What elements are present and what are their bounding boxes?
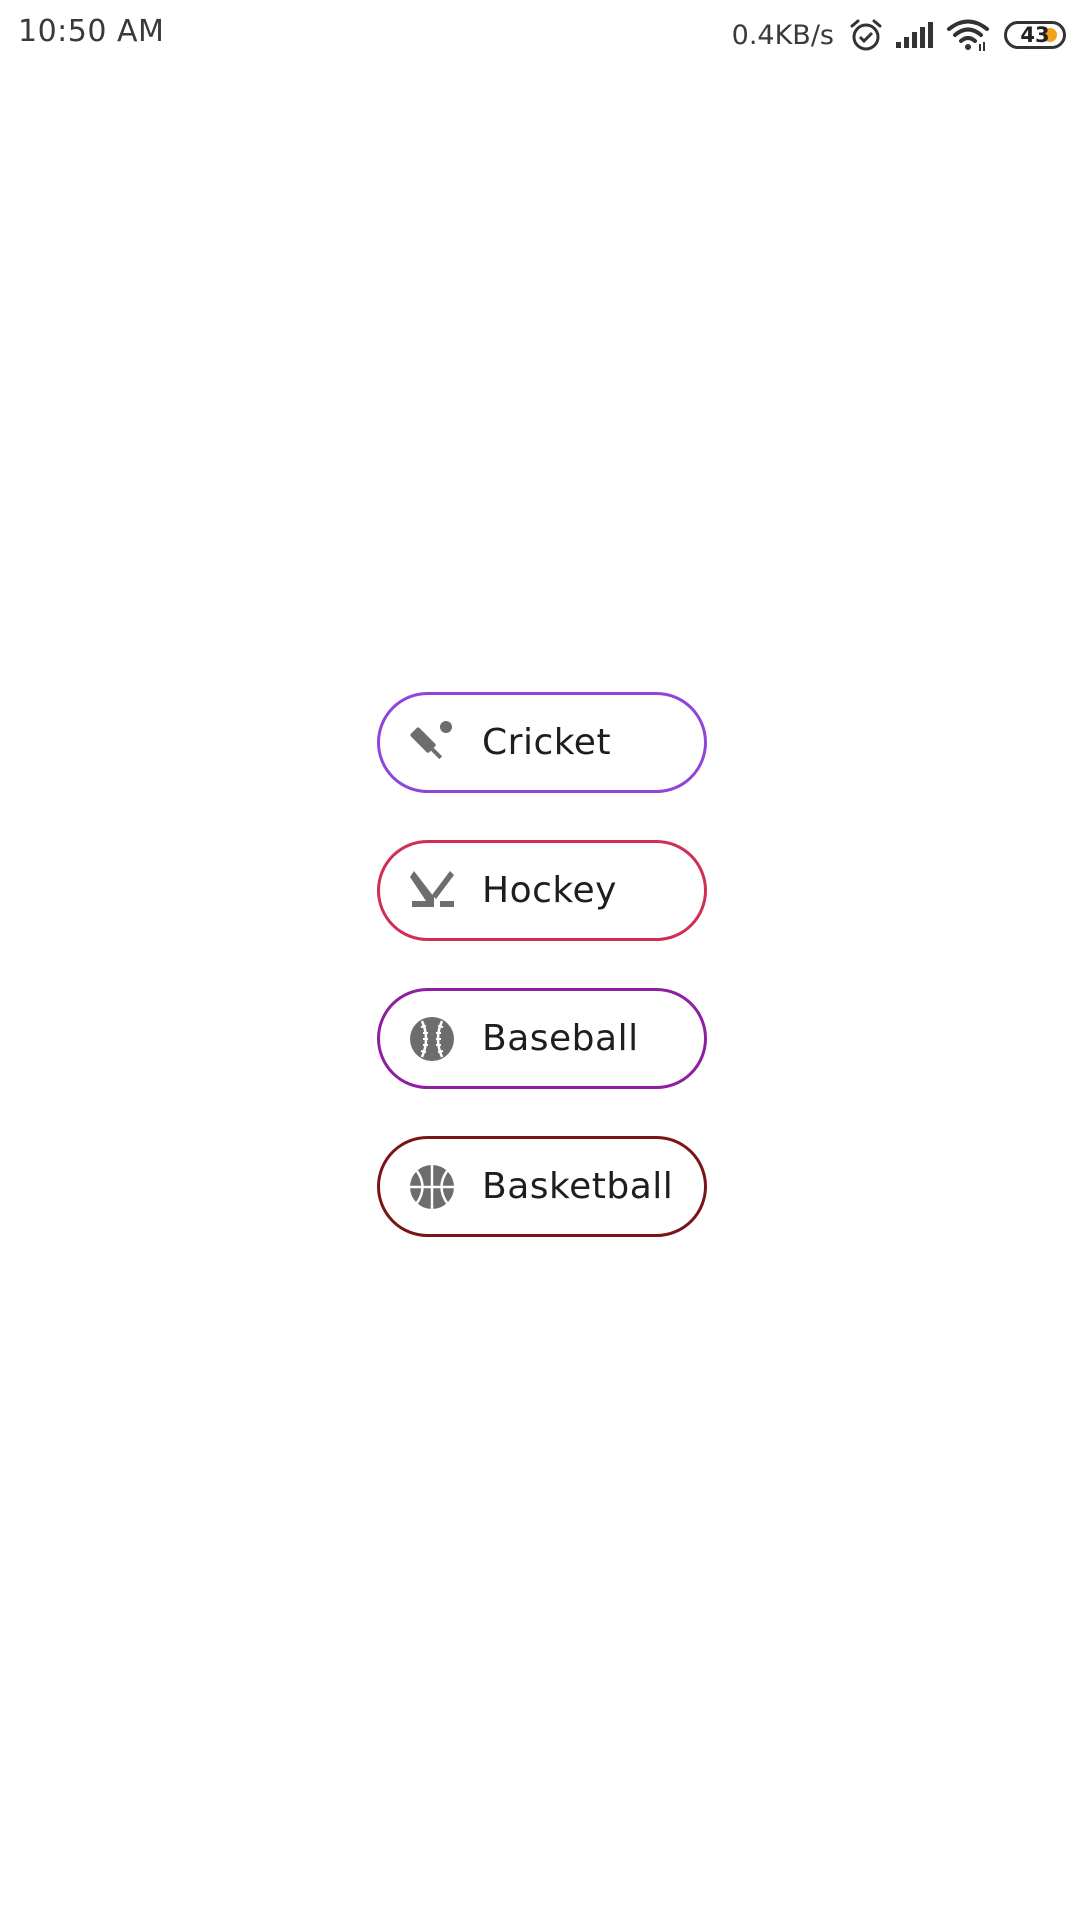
cricket-icon <box>408 719 456 767</box>
alarm-icon <box>848 17 884 53</box>
cricket-button[interactable]: Cricket <box>377 692 707 793</box>
battery-level: 43 <box>1020 23 1050 47</box>
status-bar: 10:50 AM 0.4KB/s 43 <box>0 0 1080 70</box>
status-time: 10:50 AM <box>18 14 165 49</box>
sports-list: Cricket Hockey Baseball Basketball <box>377 692 707 1284</box>
battery-icon: 43 <box>1004 21 1066 49</box>
baseball-icon <box>408 1015 456 1063</box>
basketball-icon <box>408 1163 456 1211</box>
signal-icon <box>894 20 936 50</box>
basketball-button[interactable]: Basketball <box>377 1136 707 1237</box>
network-speed: 0.4KB/s <box>731 19 834 51</box>
sport-label: Hockey <box>482 870 617 911</box>
hockey-icon <box>408 867 456 915</box>
hockey-button[interactable]: Hockey <box>377 840 707 941</box>
status-icons: 0.4KB/s 43 <box>732 14 1066 56</box>
wifi-icon <box>946 18 990 52</box>
sport-label: Cricket <box>482 722 612 763</box>
sport-label: Baseball <box>482 1018 639 1059</box>
baseball-button[interactable]: Baseball <box>377 988 707 1089</box>
sport-label: Basketball <box>482 1166 674 1207</box>
